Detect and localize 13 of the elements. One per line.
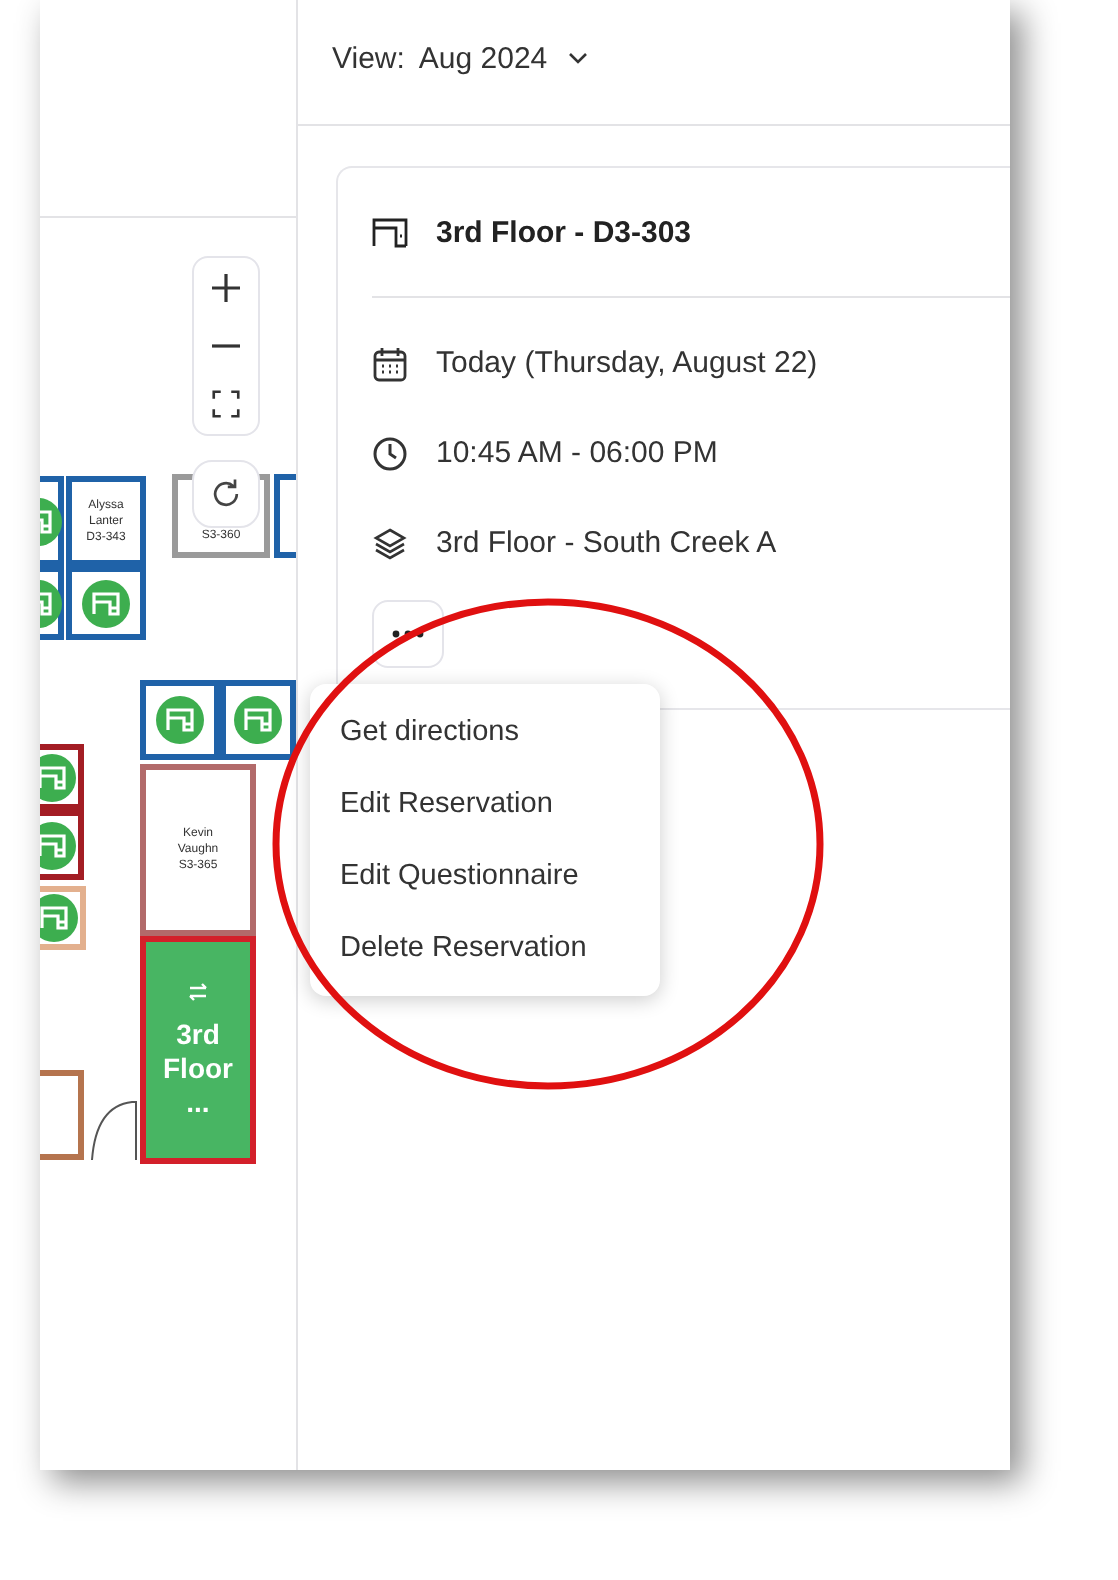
detail-text: Today (Thursday, August 22) xyxy=(436,346,818,380)
desk-label: 3rd xyxy=(176,1017,220,1051)
month-dropdown[interactable]: Aug 2024 xyxy=(418,41,588,75)
menu-item[interactable]: Delete Reservation xyxy=(310,912,660,984)
detail-text: 3rd Floor - South Creek A xyxy=(436,526,777,560)
menu-item[interactable]: Edit Reservation xyxy=(310,768,660,840)
desk-label: Floor xyxy=(163,1051,233,1085)
menu-item[interactable]: Edit Questionnaire xyxy=(310,840,660,912)
detail-text: 10:45 AM - 06:00 PM xyxy=(436,436,718,470)
menu-item[interactable]: Get directions xyxy=(310,696,660,768)
view-label: View: xyxy=(332,41,405,75)
reservation-title: 3rd Floor - D3-303 xyxy=(436,215,692,249)
desk-label: ... xyxy=(186,1085,210,1119)
